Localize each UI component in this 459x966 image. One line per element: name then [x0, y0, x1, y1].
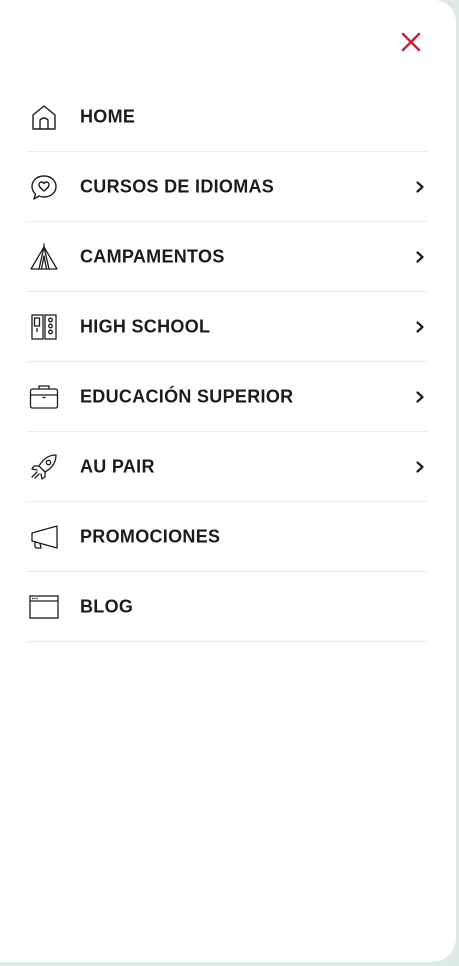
menu-label-blog: BLOG — [80, 596, 134, 616]
menu-item-campamentos[interactable]: CAMPAMENTOS — [26, 222, 427, 292]
menu-label-home: HOME — [80, 106, 136, 126]
menu-item-high-school[interactable]: HIGH SCHOOL — [26, 292, 427, 362]
menu-label-cursos-de-idiomas: CURSOS DE IDIOMAS — [80, 176, 275, 196]
megaphone-icon — [31, 524, 58, 549]
menu-item-blog[interactable]: BLOG — [26, 572, 427, 642]
tent-icon — [30, 242, 58, 270]
chevron-right-icon — [416, 460, 424, 473]
browser-window-icon — [29, 594, 59, 619]
menu-item-au-pair[interactable]: AU PAIR — [26, 432, 427, 502]
side-menu-panel: HOME CURSOS DE IDIOMAS CAMPAMENTOS HIGH … — [0, 0, 456, 962]
home-icon — [32, 104, 56, 130]
menu-label-educacion-superior: EDUCACIÓN SUPERIOR — [80, 386, 294, 406]
chevron-right-icon — [416, 390, 424, 403]
menu-label-campamentos: CAMPAMENTOS — [80, 246, 225, 266]
menu-item-educacion-superior[interactable]: EDUCACIÓN SUPERIOR — [26, 362, 427, 432]
chevron-right-icon — [416, 180, 424, 193]
menu-item-cursos-de-idiomas[interactable]: CURSOS DE IDIOMAS — [26, 152, 427, 222]
speech-heart-icon — [31, 174, 57, 200]
menu-label-au-pair: AU PAIR — [80, 456, 155, 476]
chevron-right-icon — [416, 320, 424, 333]
rocket-icon — [31, 453, 57, 480]
close-icon[interactable] — [397, 28, 425, 56]
main-menu: HOME CURSOS DE IDIOMAS CAMPAMENTOS HIGH … — [26, 82, 427, 642]
briefcase-icon — [29, 384, 59, 409]
menu-label-promociones: PROMOCIONES — [80, 526, 221, 546]
menu-label-high-school: HIGH SCHOOL — [80, 316, 211, 336]
lockers-icon — [31, 313, 57, 340]
chevron-right-icon — [416, 250, 424, 263]
menu-item-home[interactable]: HOME — [26, 82, 427, 152]
menu-item-promociones[interactable]: PROMOCIONES — [26, 502, 427, 572]
